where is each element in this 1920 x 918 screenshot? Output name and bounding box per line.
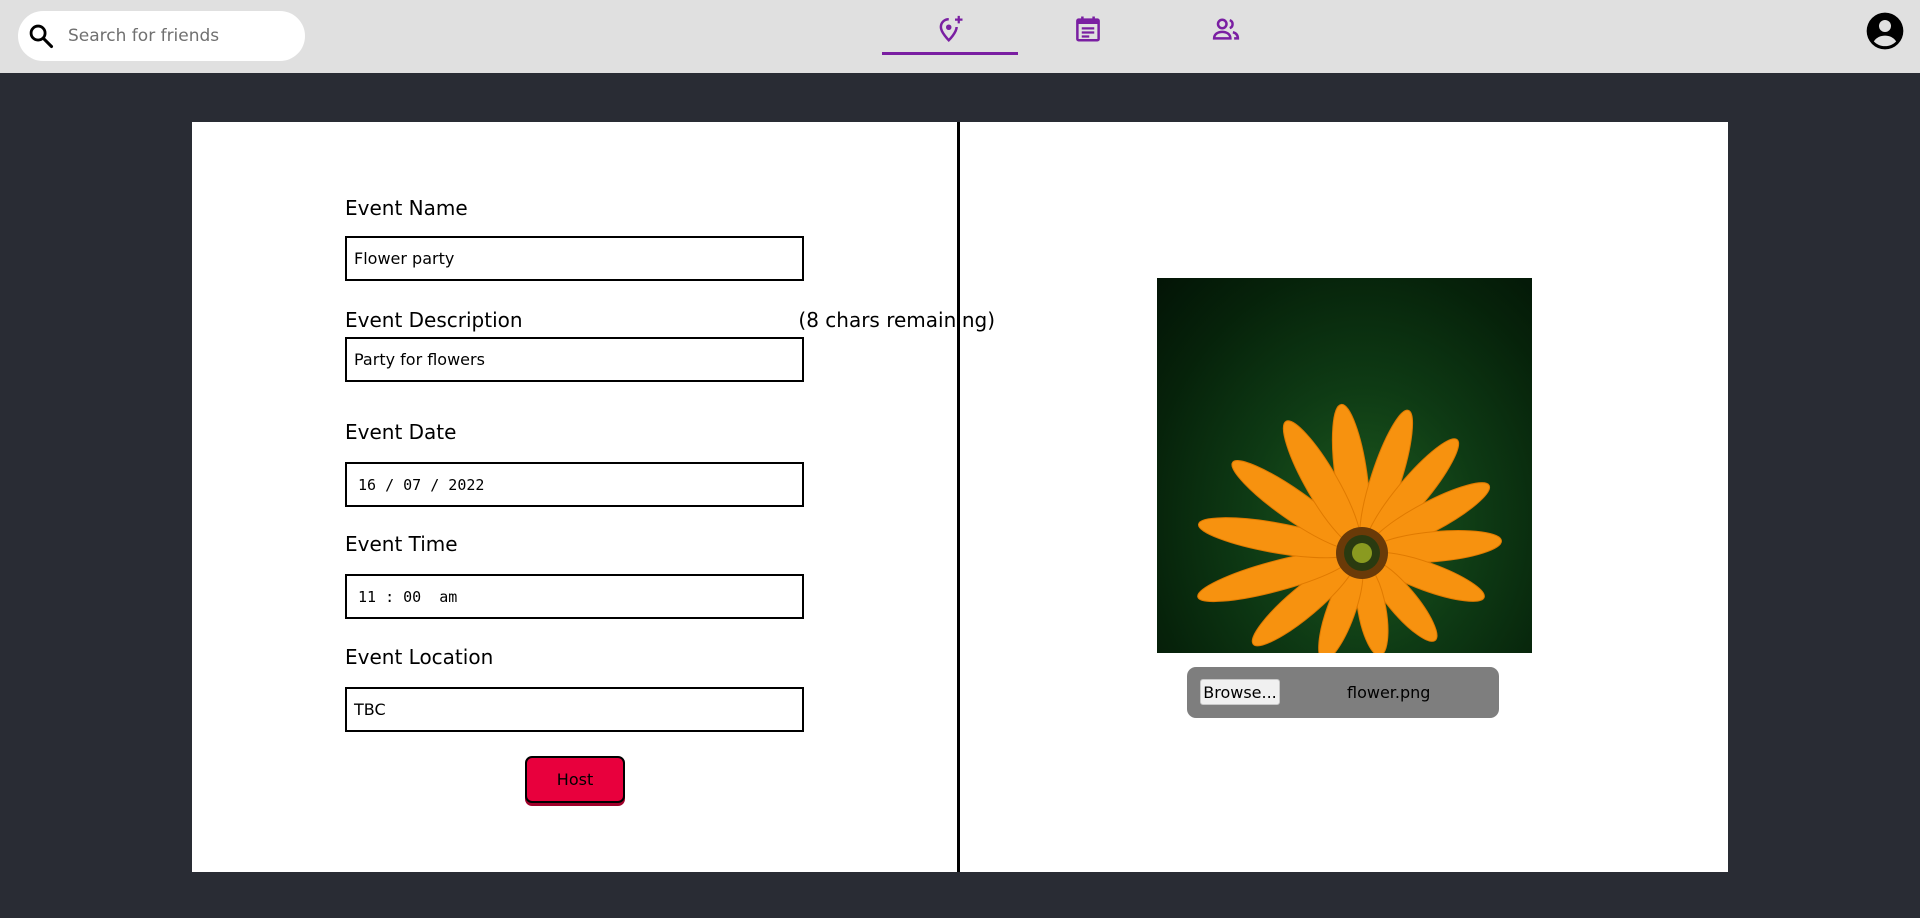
browse-button[interactable]: Browse...	[1200, 679, 1280, 705]
tab-friends[interactable]	[1158, 0, 1294, 57]
tab-events[interactable]	[1020, 0, 1156, 57]
event-time-input[interactable]: 11 : 00 am	[345, 574, 804, 619]
tab-host-event[interactable]	[882, 0, 1018, 57]
search-icon	[29, 24, 54, 49]
search-input[interactable]	[66, 11, 296, 61]
search-box[interactable]	[18, 11, 305, 61]
event-name-input[interactable]: Flower party	[345, 236, 804, 281]
flower-image	[1197, 403, 1502, 653]
event-date-input[interactable]: 16 / 07 / 2022	[345, 462, 804, 507]
top-bar	[0, 0, 1920, 73]
event-location-input[interactable]: TBC	[345, 687, 804, 732]
event-image-preview	[1157, 278, 1532, 653]
location-plus-icon	[939, 15, 963, 42]
event-name-label: Event Name	[345, 196, 468, 220]
host-event-card: Event Name Flower party Event Descriptio…	[192, 122, 1728, 872]
selected-file-name: flower.png	[1347, 682, 1431, 702]
panel-divider	[957, 122, 960, 872]
event-description-input[interactable]: Party for flowers	[345, 337, 804, 382]
active-tab-indicator	[882, 52, 1018, 55]
account-circle-icon[interactable]	[1865, 11, 1905, 51]
event-date-label: Event Date	[345, 420, 457, 444]
file-upload-bar: Browse... flower.png	[1187, 667, 1499, 718]
event-description-label: Event Description	[345, 308, 523, 332]
event-location-label: Event Location	[345, 645, 494, 669]
host-button[interactable]: Host	[525, 756, 625, 803]
chars-remaining-counter: (8 chars remaining)	[798, 308, 995, 332]
event-time-label: Event Time	[345, 532, 458, 556]
people-icon	[1212, 17, 1240, 40]
calendar-list-icon	[1076, 16, 1100, 41]
